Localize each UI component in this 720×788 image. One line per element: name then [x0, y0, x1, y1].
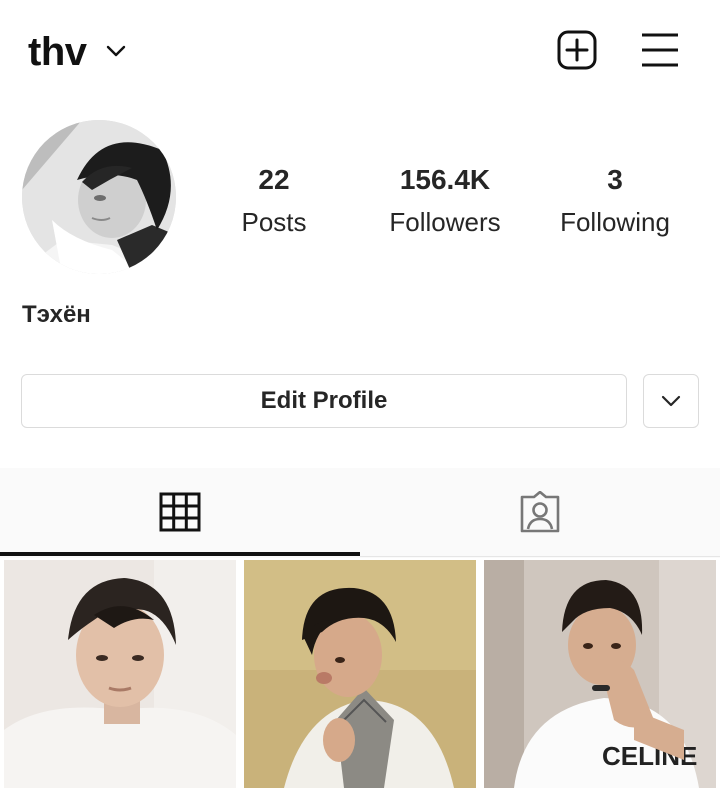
tab-active-indicator [0, 552, 360, 556]
chevron-down-icon [661, 395, 681, 407]
stat-followers[interactable]: 156.4K Followers [370, 158, 520, 242]
grid-icon [159, 492, 201, 532]
tab-divider [360, 556, 720, 557]
chevron-down-icon[interactable] [106, 44, 126, 58]
profile-tabs [0, 468, 720, 558]
stat-following-value: 3 [607, 164, 623, 195]
stat-following-label: Following [560, 207, 670, 237]
post-thumbnail[interactable]: CELINE [484, 560, 716, 788]
stat-posts[interactable]: 22 Posts [199, 158, 349, 242]
profile-username[interactable]: thv [28, 26, 87, 78]
tab-tagged[interactable] [360, 468, 720, 556]
stat-posts-label: Posts [241, 207, 307, 237]
profile-display-name: Тэхён [22, 301, 91, 328]
post-thumbnail[interactable] [244, 560, 476, 788]
hamburger-menu-icon[interactable] [640, 32, 680, 68]
edit-profile-button[interactable]: Edit Profile [21, 374, 627, 428]
tagged-person-icon [520, 491, 560, 533]
post-thumbnail[interactable] [4, 560, 236, 788]
tab-grid[interactable] [0, 468, 360, 556]
stat-followers-value: 156.4K [399, 164, 491, 195]
stat-followers-label: Followers [389, 207, 501, 237]
profile-avatar[interactable] [22, 120, 176, 274]
stat-following[interactable]: 3 Following [540, 158, 690, 242]
suggestions-dropdown-button[interactable] [643, 374, 699, 428]
stat-posts-value: 22 [258, 164, 290, 195]
plus-square-icon[interactable] [557, 30, 597, 70]
